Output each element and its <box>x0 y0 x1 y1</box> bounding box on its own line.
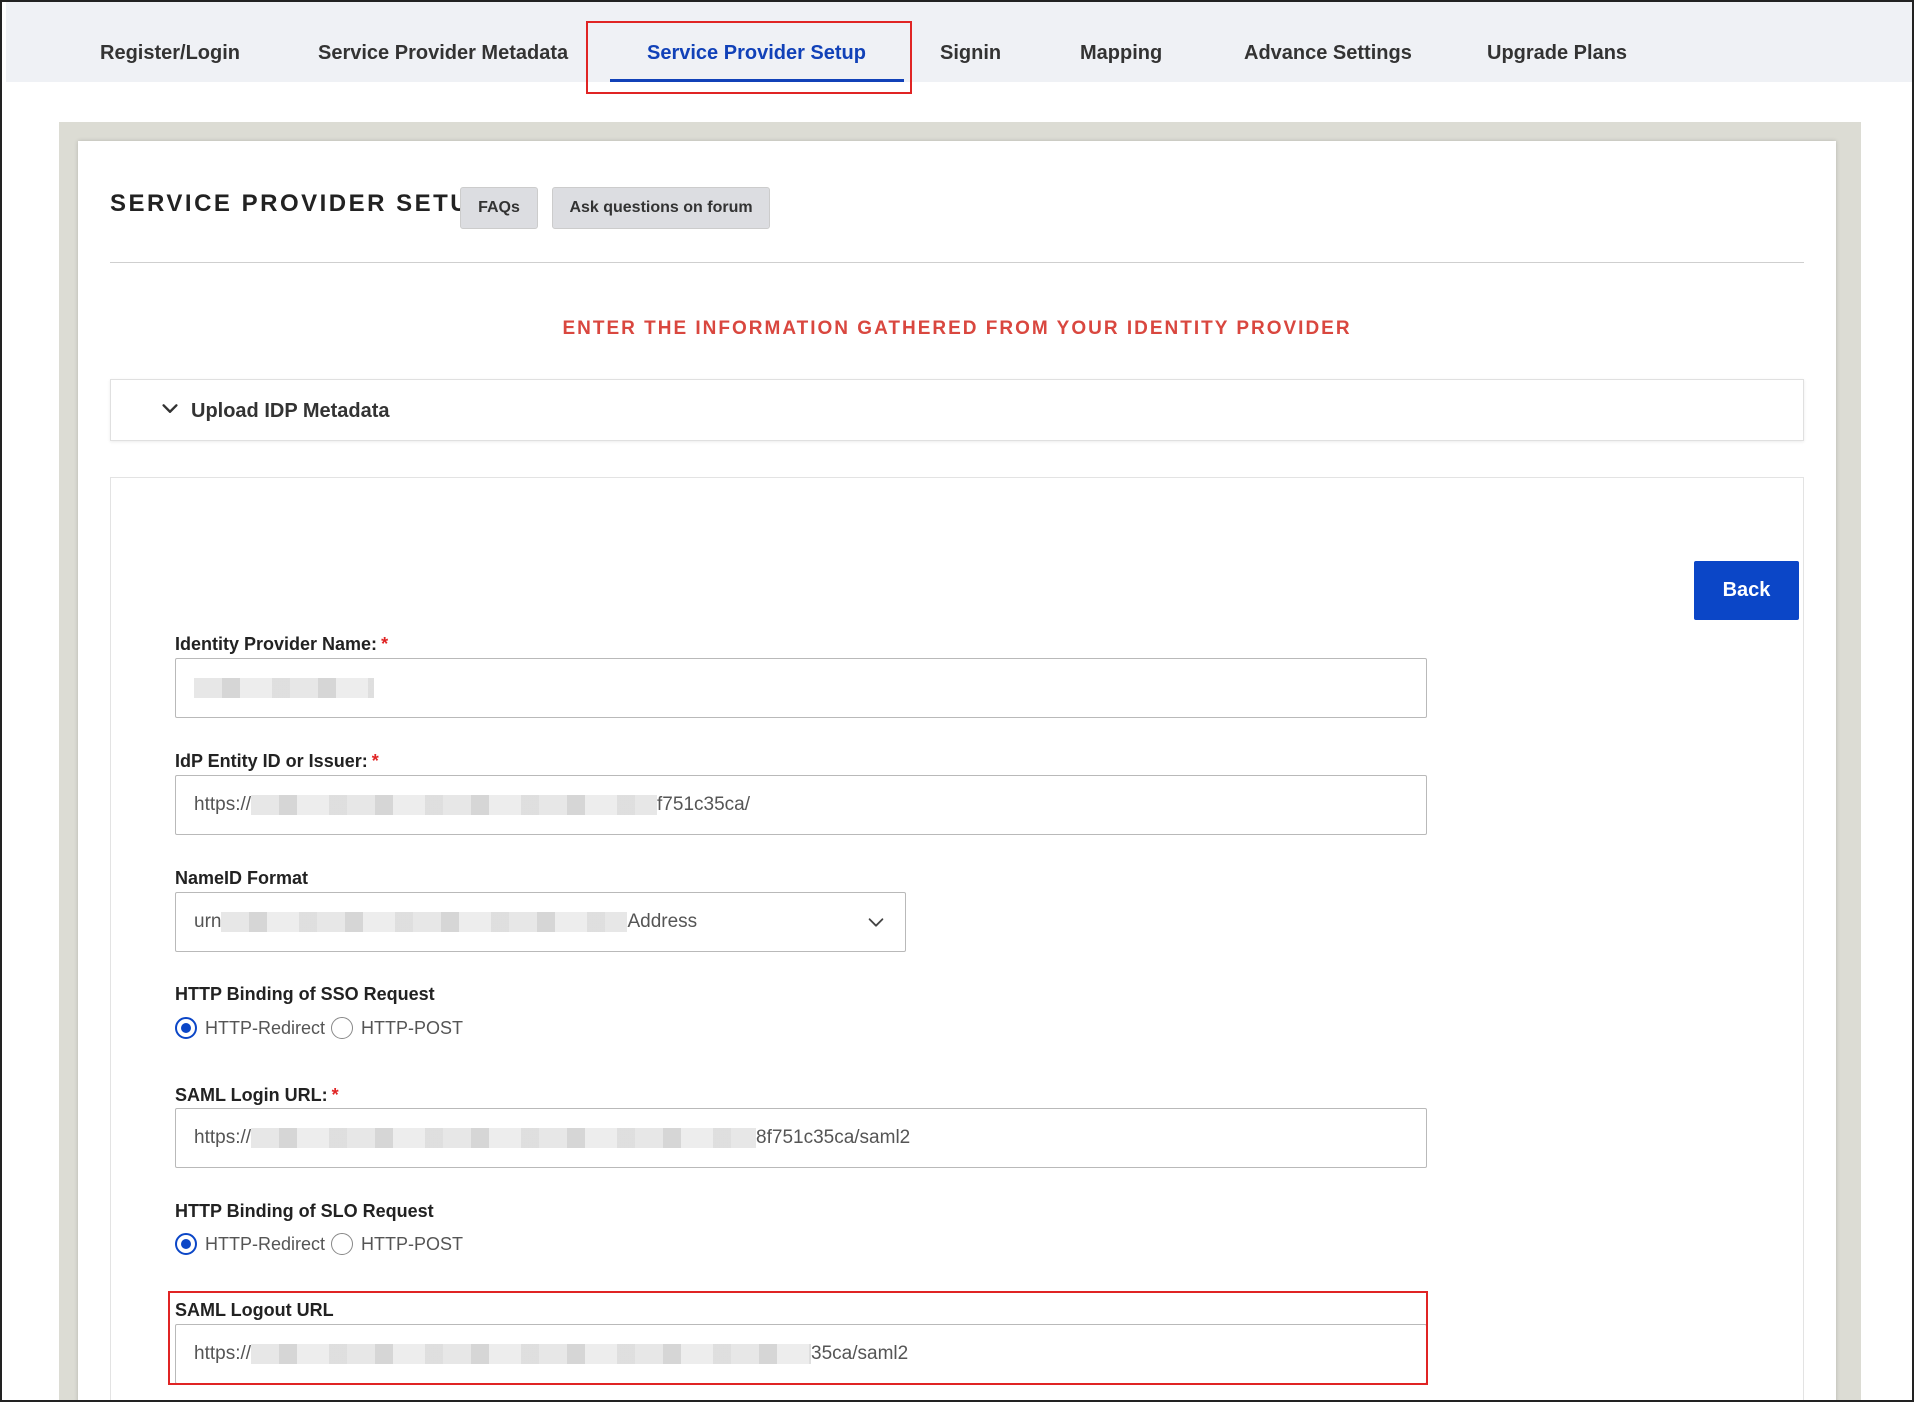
sso-http-redirect-radio[interactable] <box>175 1017 197 1039</box>
entity-id-label: IdP Entity ID or Issuer: * <box>175 751 379 771</box>
nameid-format-select[interactable]: urn Address <box>175 892 906 952</box>
accordion-label: Upload IDP Metadata <box>191 400 390 422</box>
saml-login-url-label: SAML Login URL: * <box>175 1085 339 1105</box>
slo-http-post-radio[interactable] <box>331 1233 354 1255</box>
idp-name-input[interactable] <box>175 658 1427 718</box>
slo-binding-radio-group: HTTP-Redirect HTTP-POST <box>175 1231 469 1257</box>
page-title: SERVICE PROVIDER SETUP <box>110 190 489 217</box>
saml-login-url-input[interactable]: https://8f751c35ca/saml2 <box>175 1108 1427 1168</box>
sso-binding-radio-group: HTTP-Redirect HTTP-POST <box>175 1015 469 1041</box>
entity-id-input[interactable]: https://f751c35ca/ <box>175 775 1427 835</box>
active-tab-indicator <box>610 79 904 82</box>
required-asterisk: * <box>371 751 379 771</box>
chevron-down-icon <box>162 404 178 413</box>
back-button[interactable]: Back <box>1694 561 1799 620</box>
redacted-value <box>194 677 374 698</box>
sso-http-post-radio[interactable] <box>331 1017 354 1039</box>
top-tab-bar: Register/Login Service Provider Metadata… <box>6 2 1912 82</box>
tab-mapping[interactable]: Mapping <box>1080 2 1162 82</box>
required-asterisk: * <box>381 634 389 654</box>
saml-logout-url-input[interactable]: https://35ca/saml2 <box>175 1324 1427 1384</box>
tab-upgrade-plans[interactable]: Upgrade Plans <box>1487 2 1627 82</box>
tab-advance-settings[interactable]: Advance Settings <box>1244 2 1412 82</box>
service-provider-setup-card: SERVICE PROVIDER SETUP FAQs Ask question… <box>78 141 1836 1400</box>
slo-binding-label: HTTP Binding of SLO Request <box>175 1201 434 1221</box>
idp-info-heading: ENTER THE INFORMATION GATHERED FROM YOUR… <box>562 318 1352 339</box>
ask-forum-button[interactable]: Ask questions on forum <box>552 187 770 229</box>
tab-service-provider-metadata[interactable]: Service Provider Metadata <box>318 2 568 82</box>
slo-http-redirect-radio[interactable] <box>175 1233 197 1255</box>
required-asterisk: * <box>331 1085 339 1105</box>
tab-signin[interactable]: Signin <box>940 2 1001 82</box>
redacted-value <box>251 1343 812 1364</box>
faqs-button[interactable]: FAQs <box>460 187 538 229</box>
upload-idp-metadata-accordion[interactable]: Upload IDP Metadata <box>110 379 1804 441</box>
sso-binding-label: HTTP Binding of SSO Request <box>175 984 435 1004</box>
window-frame: Register/Login Service Provider Metadata… <box>0 0 1914 1402</box>
redacted-value <box>251 794 658 815</box>
title-divider <box>110 262 1804 263</box>
chevron-down-icon <box>868 918 884 927</box>
redacted-value <box>251 1127 757 1148</box>
redacted-value <box>221 911 628 932</box>
idp-name-label: Identity Provider Name: * <box>175 634 389 654</box>
nameid-format-label: NameID Format <box>175 868 309 888</box>
tab-service-provider-setup[interactable]: Service Provider Setup <box>647 2 866 82</box>
tab-register-login[interactable]: Register/Login <box>100 2 240 82</box>
saml-logout-url-label: SAML Logout URL <box>175 1300 334 1320</box>
